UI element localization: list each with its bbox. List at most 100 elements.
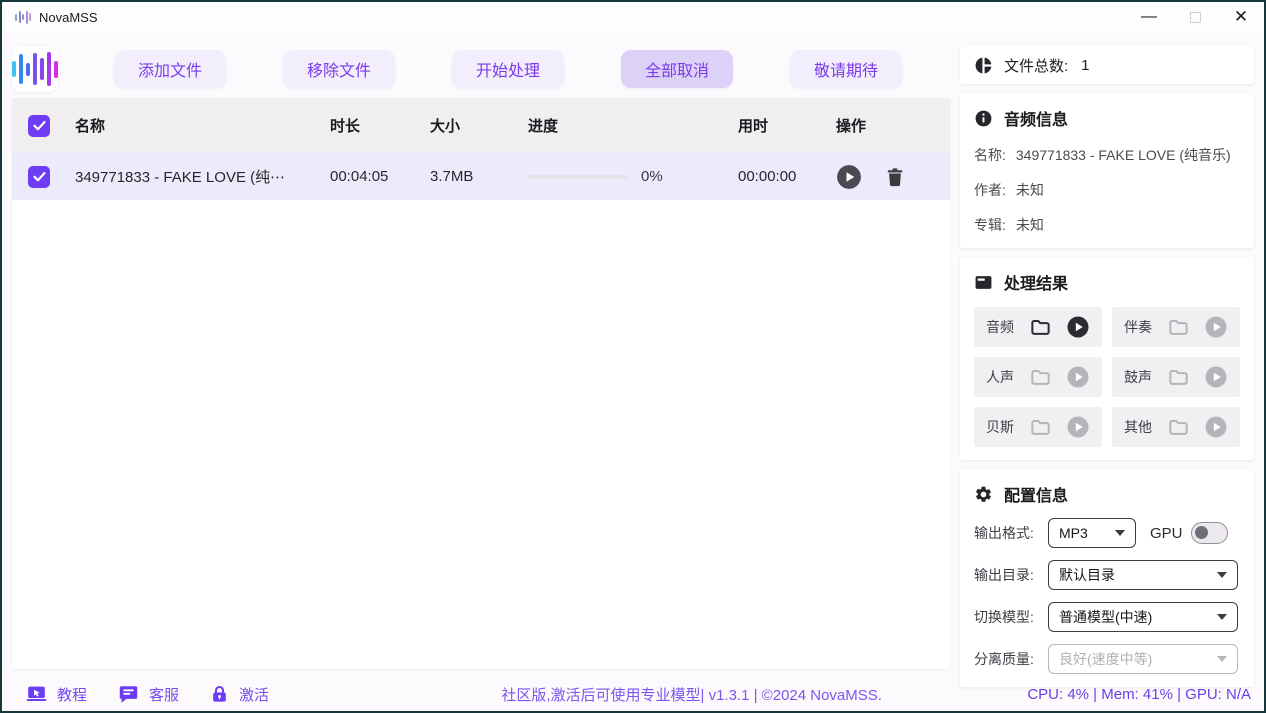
tutorial-icon: [26, 684, 47, 705]
chevron-down-icon: [1115, 530, 1125, 536]
audio-info-title: 音频信息: [1004, 106, 1068, 130]
remove-files-button[interactable]: 移除文件: [283, 50, 395, 88]
progress-bar: [528, 175, 628, 179]
quality-select: 良好(速度中等): [1048, 644, 1238, 674]
result-label: 音频: [986, 317, 1014, 337]
result-item-accompaniment: 伴奏: [1112, 307, 1240, 347]
table-row[interactable]: 349771833 - FAKE LOVE (纯⋯ 00:04:05 3.7MB…: [12, 153, 950, 200]
result-item-other: 其他: [1112, 407, 1240, 447]
minimize-button[interactable]: —: [1126, 2, 1172, 32]
audio-album-value: 未知: [1016, 215, 1044, 235]
add-files-button[interactable]: 添加文件: [114, 50, 226, 88]
folder-icon[interactable]: [1029, 416, 1052, 439]
tutorial-link[interactable]: 教程: [26, 684, 87, 705]
chevron-down-icon: [1217, 656, 1227, 662]
result-item-drums: 鼓声: [1112, 357, 1240, 397]
play-icon: [836, 164, 862, 190]
result-label: 贝斯: [986, 417, 1014, 437]
tutorial-label: 教程: [57, 684, 87, 705]
folder-icon[interactable]: [1167, 416, 1190, 439]
trash-icon: [884, 166, 906, 188]
play-result-icon[interactable]: [1204, 315, 1228, 339]
file-name: 349771833 - FAKE LOVE (纯⋯: [58, 166, 313, 187]
column-header-actions: 操作: [819, 115, 950, 136]
play-button[interactable]: [836, 164, 862, 190]
start-processing-button[interactable]: 开始处理: [452, 50, 564, 88]
result-label: 鼓声: [1124, 367, 1152, 387]
column-header-duration: 时长: [313, 115, 413, 136]
play-result-icon[interactable]: [1066, 315, 1090, 339]
select-all-checkbox[interactable]: [28, 115, 50, 137]
close-button[interactable]: ✕: [1218, 2, 1264, 32]
support-label: 客服: [149, 684, 179, 705]
column-header-time: 用时: [721, 115, 819, 136]
row-checkbox[interactable]: [28, 166, 50, 188]
audio-info-card: 音频信息 名称: 349771833 - FAKE LOVE (纯音乐) 作者: 未…: [960, 93, 1254, 248]
model-select[interactable]: 普通模型(中速): [1048, 602, 1238, 632]
results-title: 处理结果: [1004, 270, 1068, 294]
model-label: 切换模型:: [974, 607, 1046, 627]
result-item-vocals: 人声: [974, 357, 1102, 397]
folder-icon[interactable]: [1029, 366, 1052, 389]
app-logo-icon: [15, 10, 31, 24]
check-icon: [32, 118, 47, 133]
total-files-card: 文件总数: 1: [960, 46, 1254, 84]
total-files-label: 文件总数:: [1004, 55, 1068, 76]
play-result-icon[interactable]: [1066, 365, 1090, 389]
system-stats: CPU: 4% | Mem: 41% | GPU: N/A: [1027, 686, 1251, 703]
file-time-used: 00:00:00: [721, 168, 819, 185]
audio-album-label: 专辑:: [974, 215, 1006, 235]
total-files-value: 1: [1081, 57, 1089, 74]
activate-label: 激活: [239, 684, 269, 705]
file-table: 名称 时长 大小 进度 用时 操作 349771833 - FAKE LOVE …: [12, 98, 950, 669]
chevron-down-icon: [1217, 614, 1227, 620]
chat-icon: [118, 684, 139, 705]
gear-icon: [974, 485, 993, 504]
check-icon: [32, 169, 47, 184]
config-title: 配置信息: [1004, 482, 1068, 506]
result-label: 人声: [986, 367, 1014, 387]
audio-name-label: 名称:: [974, 145, 1006, 165]
maximize-button[interactable]: [1172, 2, 1218, 32]
lock-icon: [210, 684, 229, 705]
folder-icon[interactable]: [1167, 316, 1190, 339]
table-header-row: 名称 时长 大小 进度 用时 操作: [12, 98, 950, 153]
play-result-icon[interactable]: [1204, 365, 1228, 389]
column-header-progress: 进度: [511, 115, 721, 136]
result-label: 伴奏: [1124, 317, 1152, 337]
play-result-icon[interactable]: [1066, 415, 1090, 439]
file-size: 3.7MB: [413, 168, 511, 185]
file-duration: 00:04:05: [313, 168, 413, 185]
folder-icon[interactable]: [1167, 366, 1190, 389]
support-link[interactable]: 客服: [118, 684, 179, 705]
play-result-icon[interactable]: [1204, 415, 1228, 439]
output-dir-label: 输出目录:: [974, 565, 1046, 585]
status-bar: 教程 客服 激活 社区版,激活后可使用专业模型| v1.3.1 | ©2024 …: [2, 677, 1264, 711]
progress-percent: 0%: [641, 168, 663, 185]
delete-button[interactable]: [884, 166, 906, 188]
coming-soon-button[interactable]: 敬请期待: [790, 50, 902, 88]
gpu-toggle[interactable]: [1191, 522, 1228, 544]
result-label: 其他: [1124, 417, 1152, 437]
audio-artist-value: 未知: [1016, 180, 1044, 200]
activate-link[interactable]: 激活: [210, 684, 269, 705]
result-item-audio: 音频: [974, 307, 1102, 347]
result-item-bass: 贝斯: [974, 407, 1102, 447]
waveform-logo: [12, 46, 58, 92]
folder-icon[interactable]: [1029, 316, 1052, 339]
output-format-label: 输出格式:: [974, 523, 1046, 543]
title-bar: NovaMSS — ✕: [2, 2, 1264, 32]
results-icon: [974, 273, 993, 292]
output-dir-select[interactable]: 默认目录: [1048, 560, 1238, 590]
audio-artist-label: 作者:: [974, 180, 1006, 200]
info-icon: [974, 109, 993, 128]
sidebar: 文件总数: 1 音频信息 名称: 349771833 - FAKE LOVE (纯…: [950, 32, 1264, 677]
audio-name-value: 349771833 - FAKE LOVE (纯音乐): [1016, 145, 1231, 165]
column-header-size: 大小: [413, 115, 511, 136]
output-format-select[interactable]: MP3: [1048, 518, 1136, 548]
config-card: 配置信息 输出格式: MP3 GPU 输出目录: 默认目录: [960, 469, 1254, 687]
window-title: NovaMSS: [39, 10, 98, 25]
cancel-all-button[interactable]: 全部取消: [621, 50, 733, 88]
toolbar: 添加文件 移除文件 开始处理 全部取消 敬请期待: [12, 46, 950, 92]
app-window: NovaMSS — ✕ 添加文件 移除文件 开始处理 全部取消 敬请期待: [0, 0, 1266, 713]
